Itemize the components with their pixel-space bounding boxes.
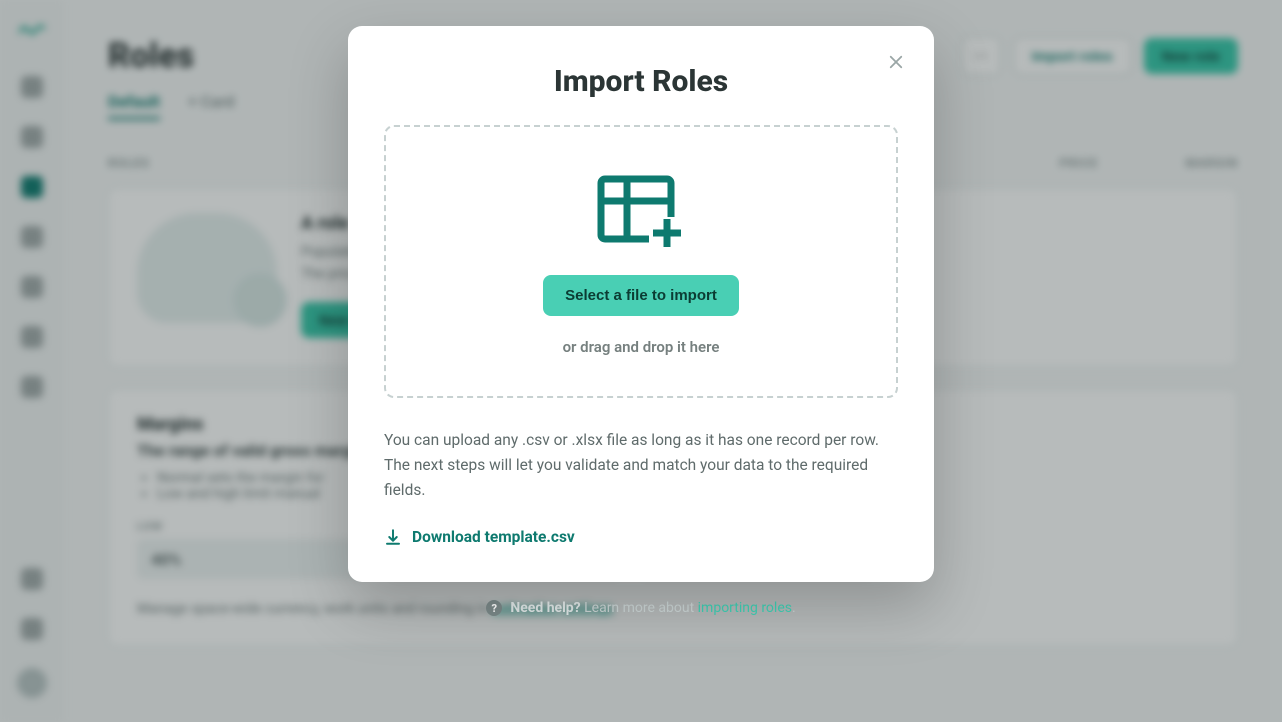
modal-desc-line2: The next steps will let you validate and… bbox=[384, 453, 898, 503]
modal-title: Import Roles bbox=[384, 64, 898, 99]
help-icon: ? bbox=[486, 600, 502, 616]
modal-desc-line1: You can upload any .csv or .xlsx file as… bbox=[384, 428, 898, 453]
download-template-label: Download template.csv bbox=[412, 528, 575, 546]
help-bold: Need help? bbox=[510, 600, 580, 616]
help-suffix: . bbox=[792, 600, 796, 616]
close-icon bbox=[887, 53, 905, 71]
drag-drop-text: or drag and drop it here bbox=[563, 338, 720, 356]
close-button[interactable] bbox=[882, 48, 910, 76]
download-icon bbox=[384, 528, 402, 546]
help-text: Learn more about bbox=[581, 600, 698, 616]
table-plus-icon bbox=[597, 175, 685, 249]
dropzone[interactable]: Select a file to import or drag and drop… bbox=[384, 125, 898, 398]
help-row: ? Need help? Learn more about importing … bbox=[486, 600, 795, 616]
select-file-button[interactable]: Select a file to import bbox=[543, 275, 739, 316]
modal-overlay[interactable]: Import Roles Select a file to import or … bbox=[0, 0, 1282, 722]
modal-description: You can upload any .csv or .xlsx file as… bbox=[384, 428, 898, 502]
import-roles-modal: Import Roles Select a file to import or … bbox=[348, 26, 934, 582]
download-template-link[interactable]: Download template.csv bbox=[384, 528, 575, 546]
importing-roles-link[interactable]: importing roles bbox=[698, 600, 792, 616]
